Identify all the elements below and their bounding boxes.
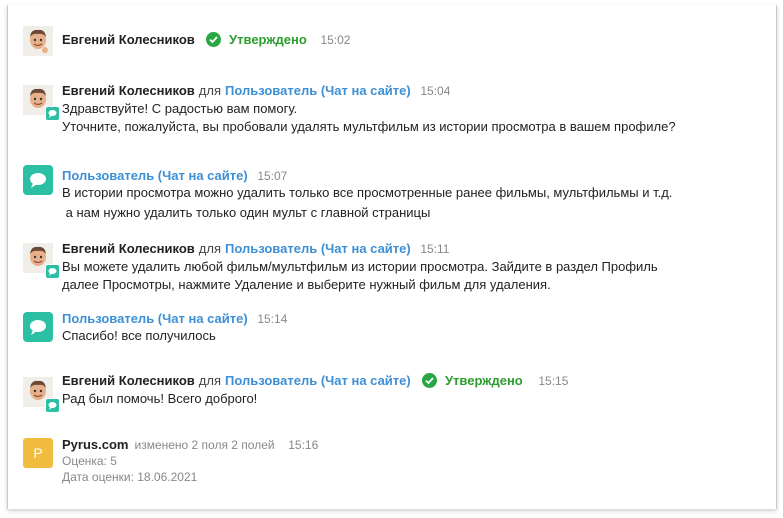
author-name[interactable]: Евгений Колесников bbox=[62, 241, 195, 256]
timestamp: 15:11 bbox=[420, 242, 450, 256]
field-change: Оценка: 5 bbox=[62, 454, 117, 468]
author-name[interactable]: Пользователь (Чат на сайте) bbox=[62, 168, 248, 183]
timestamp: 15:15 bbox=[538, 374, 569, 388]
check-circle-icon bbox=[206, 32, 222, 47]
field-change: Дата оценки: 18.06.2021 bbox=[62, 470, 198, 484]
author-name[interactable]: Pyrus.com bbox=[62, 437, 128, 452]
timestamp: 15:14 bbox=[257, 312, 288, 326]
for-word: для bbox=[198, 83, 222, 98]
check-circle-icon bbox=[422, 373, 438, 388]
timestamp: 15:16 bbox=[288, 438, 319, 452]
chat-channel-badge-icon bbox=[45, 106, 60, 121]
entry-header: Евгений Колесников для Пользователь (Чат н… bbox=[62, 373, 568, 389]
chat-channel-badge-icon bbox=[45, 398, 60, 413]
activity-feed: Евгений Колесников Утверждено 15:02 Евге… bbox=[7, 5, 777, 509]
entry-header: Pyrus.com изменено 2 поля 2 полей 15:16 bbox=[62, 437, 318, 453]
message-line: далее Просмотры, нажмите Удаление и выбе… bbox=[62, 277, 551, 292]
status-approved: Утверждено bbox=[229, 32, 307, 47]
entry-header: Пользователь (Чат на сайте) 15:14 bbox=[62, 311, 287, 327]
entry-header: Евгений Колесников для Пользователь (Чат н… bbox=[62, 83, 450, 99]
message-line: Здравствуйте! С радостью вам помогу. bbox=[62, 101, 298, 116]
timestamp: 15:04 bbox=[420, 84, 451, 98]
author-name[interactable]: Евгений Колесников bbox=[62, 83, 195, 98]
message-line: Уточните, пожалуйста, вы пробовали удаля… bbox=[62, 119, 676, 134]
message-line: Вы можете удалить любой фильм/мультфильм… bbox=[62, 259, 658, 274]
chat-bubble-icon bbox=[30, 173, 46, 188]
chat-avatar[interactable] bbox=[23, 165, 53, 195]
recipient-link[interactable]: Пользователь (Чат на сайте) bbox=[225, 373, 411, 388]
chat-avatar[interactable] bbox=[23, 312, 53, 342]
message-line: Рад был помочь! Всего доброго! bbox=[62, 391, 258, 406]
status-approved: Утверждено bbox=[444, 373, 523, 388]
author-name[interactable]: Евгений Колесников bbox=[62, 32, 195, 47]
chat-bubble-icon bbox=[30, 320, 46, 335]
recipient-link[interactable]: Пользователь (Чат на сайте) bbox=[225, 83, 411, 98]
message-line: Спасибо! все получилось bbox=[62, 328, 216, 343]
message-line: В истории просмотра можно удалить только… bbox=[62, 185, 673, 200]
timestamp: 15:02 bbox=[320, 33, 351, 47]
message-line: а нам нужно удалить только один мульт с … bbox=[62, 205, 431, 220]
change-summary: изменено 2 поля 2 полей bbox=[134, 438, 275, 452]
author-name[interactable]: Пользователь (Чат на сайте) bbox=[62, 311, 248, 326]
pyrus-avatar[interactable]: P bbox=[23, 438, 53, 468]
user-avatar[interactable] bbox=[23, 26, 53, 56]
for-word: для bbox=[198, 241, 222, 256]
entry-header: Евгений Колесников Утверждено 15:02 bbox=[62, 32, 350, 48]
entry-header: Пользователь (Чат на сайте) 15:07 bbox=[62, 168, 287, 184]
author-name[interactable]: Евгений Колесников bbox=[62, 373, 195, 388]
for-word: для bbox=[198, 373, 222, 388]
entry-header: Евгений Колесников для Пользователь (Чат н… bbox=[62, 241, 449, 257]
recipient-link[interactable]: Пользователь (Чат на сайте) bbox=[225, 241, 411, 256]
timestamp: 15:07 bbox=[257, 169, 288, 183]
chat-channel-badge-icon bbox=[45, 264, 60, 279]
